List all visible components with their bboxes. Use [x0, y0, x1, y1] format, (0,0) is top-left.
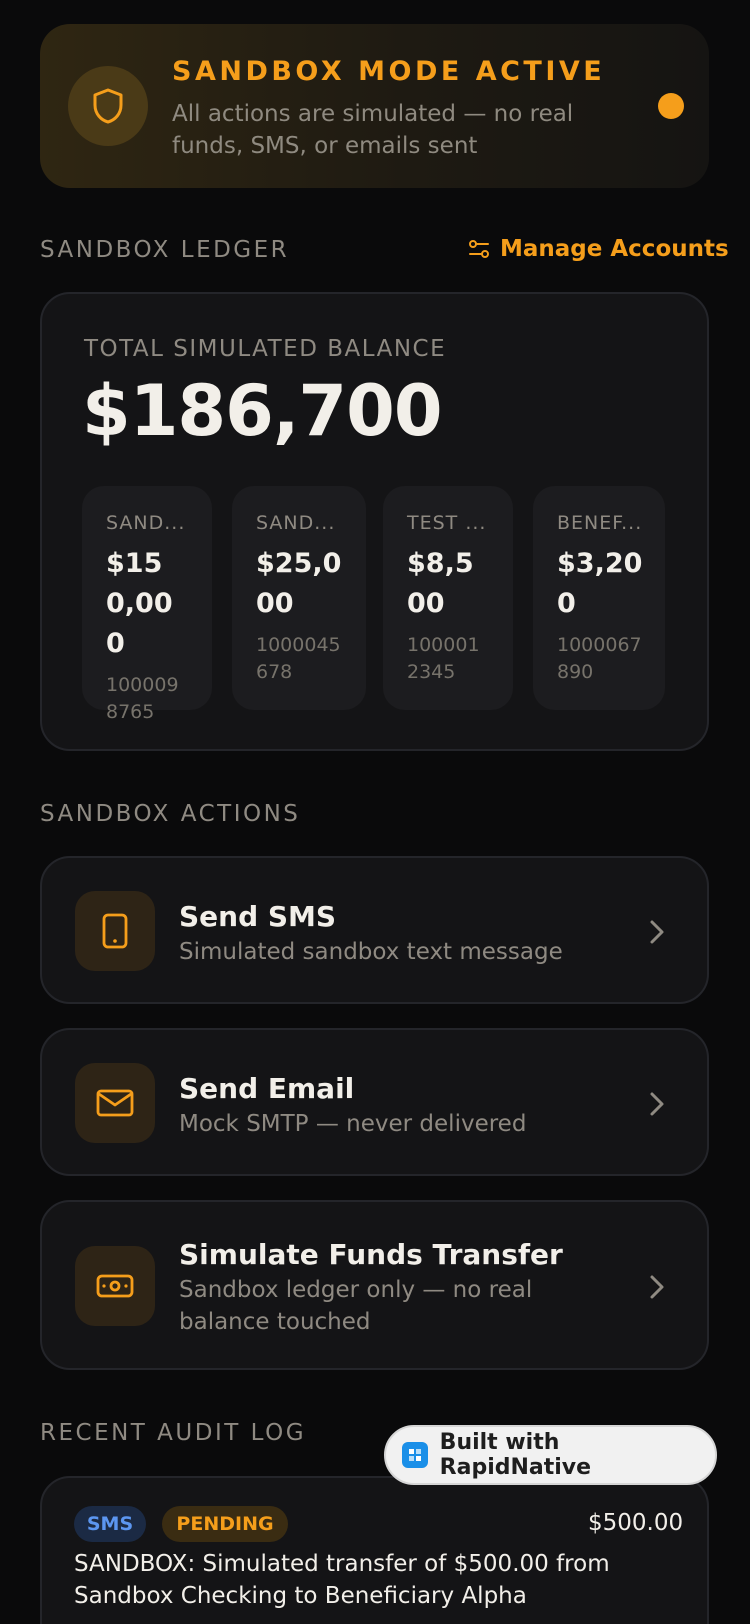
action-title: Send SMS: [179, 900, 337, 933]
banner-title: SANDBOX MODE ACTIVE: [172, 56, 606, 87]
sandbox-banner: SANDBOX MODE ACTIVE All actions are simu…: [40, 24, 709, 188]
audit-log-entry[interactable]: SMS PENDING $500.00 SANDBOX: Simulated t…: [40, 1476, 709, 1624]
manage-accounts-button[interactable]: Manage Accounts: [468, 236, 729, 262]
account-balance: $8,500: [407, 548, 474, 619]
ledger-card: TOTAL SIMULATED BALANCE $186,700 SAND...…: [40, 292, 709, 751]
audit-amount: $500.00: [588, 1510, 684, 1536]
account-name: SAND...: [256, 512, 336, 534]
account-card[interactable]: SAND... $150,000 1000098765: [82, 486, 212, 723]
chevron-right-icon: [650, 1092, 664, 1116]
action-subtitle: Mock SMTP — never delivered: [179, 1111, 527, 1137]
manage-accounts-label: Manage Accounts: [500, 236, 729, 262]
chevron-right-icon: [650, 1275, 664, 1299]
account-name: BENEF...: [557, 512, 643, 534]
sliders-icon: [469, 240, 489, 258]
account-card[interactable]: BENEF... $3,200 1000067890: [533, 486, 665, 710]
account-number: 1000012345: [407, 634, 480, 683]
account-number: 1000045678: [256, 634, 341, 683]
total-balance-label: TOTAL SIMULATED BALANCE: [84, 336, 447, 362]
account-balance: $3,200: [557, 548, 643, 619]
cash-icon: [75, 1246, 155, 1326]
built-with-rapidnative-badge[interactable]: Built with RapidNative: [384, 1425, 717, 1485]
action-subtitle: Simulated sandbox text message: [179, 939, 563, 965]
account-balance: $150,000: [106, 548, 173, 659]
status-dot: [658, 93, 684, 119]
account-card[interactable]: SAND... $25,000 1000045678: [232, 486, 366, 710]
send-sms-action[interactable]: Send SMS Simulated sandbox text message: [40, 856, 709, 1004]
status-badge: PENDING: [162, 1506, 288, 1542]
action-title: Send Email: [179, 1072, 355, 1105]
badge-label: Built with RapidNative: [439, 1430, 592, 1480]
account-name: TEST ...: [407, 512, 487, 534]
shield-icon: [68, 66, 148, 146]
audit-section-label: RECENT AUDIT LOG: [40, 1420, 307, 1446]
phone-icon: [75, 891, 155, 971]
ledger-section-label: SANDBOX LEDGER: [40, 237, 290, 263]
send-email-action[interactable]: Send Email Mock SMTP — never delivered: [40, 1028, 709, 1176]
rapidnative-logo-icon: [402, 1442, 428, 1468]
banner-subtitle: All actions are simulated — no real fund…: [172, 101, 574, 159]
account-name: SAND...: [106, 512, 186, 534]
chevron-right-icon: [650, 920, 664, 944]
total-balance-value: $186,700: [82, 370, 443, 452]
action-title: Simulate Funds Transfer: [179, 1238, 563, 1271]
account-balance: $25,000: [256, 548, 342, 619]
account-number: 1000067890: [557, 634, 642, 683]
mail-icon: [75, 1063, 155, 1143]
account-card[interactable]: TEST ... $8,500 1000012345: [383, 486, 513, 710]
action-subtitle: Sandbox ledger only — no real balance to…: [179, 1277, 533, 1335]
type-badge: SMS: [74, 1506, 146, 1542]
simulate-transfer-action[interactable]: Simulate Funds Transfer Sandbox ledger o…: [40, 1200, 709, 1370]
actions-section-label: SANDBOX ACTIONS: [40, 801, 301, 827]
audit-description: SANDBOX: Simulated transfer of $500.00 f…: [74, 1551, 610, 1609]
account-number: 1000098765: [106, 674, 179, 723]
